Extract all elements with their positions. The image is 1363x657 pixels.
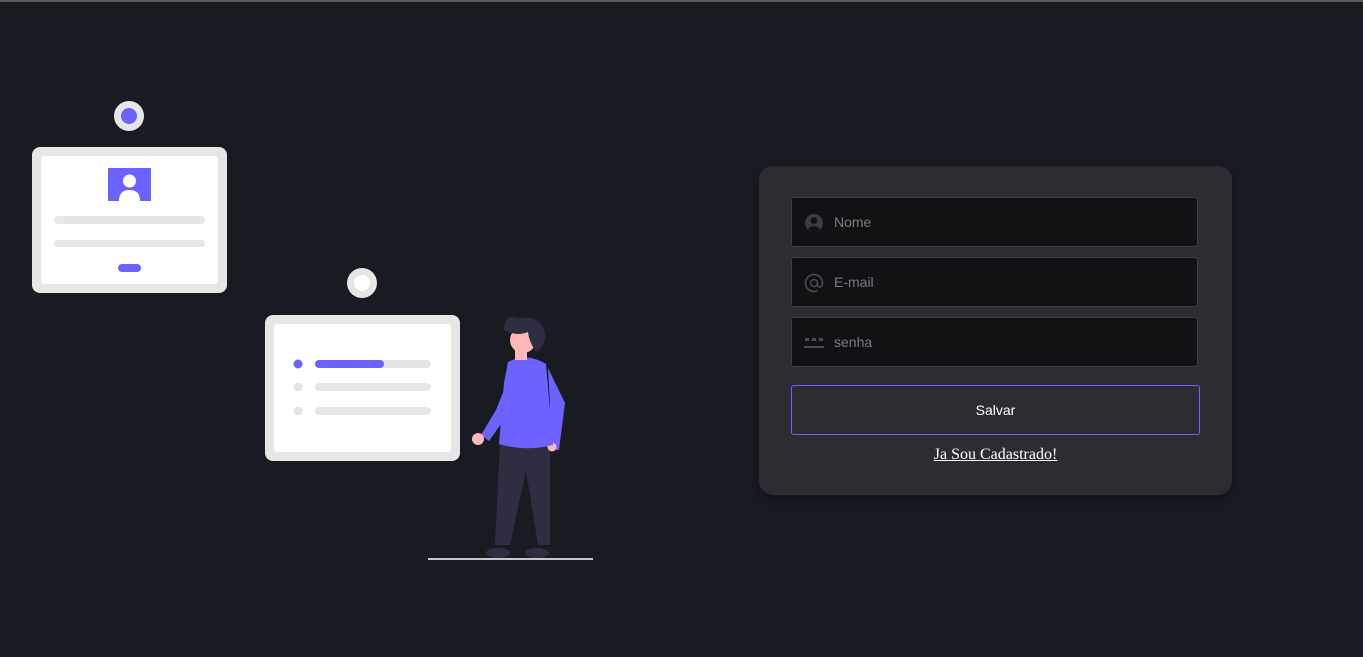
at-sign-icon	[804, 273, 824, 293]
avatar-icon	[108, 168, 151, 201]
signup-illustration	[32, 101, 593, 560]
password-dots-icon	[804, 333, 824, 353]
profile-card-graphic	[32, 147, 227, 293]
list-card-graphic	[265, 315, 460, 461]
name-input[interactable]	[834, 198, 1189, 246]
list-card-pin	[347, 268, 377, 298]
signup-card: Salvar Ja Sou Cadastrado!	[759, 166, 1232, 495]
password-field[interactable]	[791, 317, 1198, 367]
save-button[interactable]: Salvar	[791, 385, 1200, 435]
already-registered-link[interactable]: Ja Sou Cadastrado!	[791, 446, 1200, 464]
name-field[interactable]	[791, 197, 1198, 247]
email-input[interactable]	[834, 258, 1189, 306]
password-input[interactable]	[834, 318, 1189, 366]
profile-card-pin	[114, 101, 144, 131]
email-field[interactable]	[791, 257, 1198, 307]
user-icon	[804, 213, 824, 233]
